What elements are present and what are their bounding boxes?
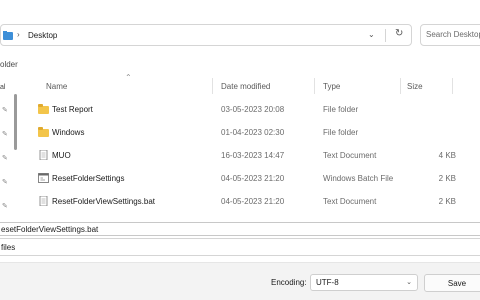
pin-icon: ✎ <box>2 131 8 138</box>
breadcrumb-desktop[interactable]: Desktop <box>28 31 57 40</box>
table-row[interactable]: ResetFolderSettings 04-05-2023 21:20 Win… <box>20 168 480 190</box>
file-type: Windows Batch File <box>323 174 394 183</box>
table-row[interactable]: Test Report 03-05-2023 20:08 File folder <box>20 99 480 121</box>
column-divider[interactable] <box>452 78 453 94</box>
column-divider[interactable] <box>212 78 213 94</box>
pin-icon: ✎ <box>2 107 8 114</box>
folder-icon <box>38 127 49 137</box>
encoding-value: UTF-8 <box>316 278 339 287</box>
chevron-down-icon: ⌄ <box>406 279 412 286</box>
column-header-date[interactable]: Date modified <box>221 82 270 91</box>
search-input[interactable] <box>426 30 480 39</box>
address-divider <box>385 29 386 42</box>
sort-ascending-icon: ⌃ <box>125 73 132 82</box>
file-date: 16-03-2023 14:47 <box>221 151 285 160</box>
file-name: Test Report <box>52 105 93 114</box>
folder-icon <box>38 104 49 114</box>
refresh-icon[interactable]: ↻ <box>395 28 403 39</box>
search-box[interactable] <box>420 24 480 46</box>
pin-icon: ✎ <box>2 203 8 210</box>
column-header-type[interactable]: Type <box>323 82 340 91</box>
column-header-size[interactable]: Size <box>407 82 423 91</box>
breadcrumb-separator-icon: › <box>17 30 20 39</box>
file-name: ResetFolderSettings <box>52 174 125 183</box>
file-date: 04-05-2023 21:20 <box>221 197 285 206</box>
save-button[interactable]: Save <box>424 274 480 292</box>
pin-icon: ✎ <box>2 179 8 186</box>
file-date: 01-04-2023 02:30 <box>221 128 285 137</box>
column-divider[interactable] <box>400 78 401 94</box>
file-name-input[interactable] <box>1 225 471 234</box>
save-as-type-select[interactable]: files <box>0 238 480 256</box>
dialog-title-area <box>0 0 480 20</box>
save-as-type-value: files <box>1 243 16 252</box>
column-divider[interactable] <box>314 78 315 94</box>
file-size: 4 KB <box>438 151 456 160</box>
encoding-select[interactable]: UTF-8 ⌄ <box>310 274 418 291</box>
file-type: File folder <box>323 105 359 114</box>
file-type: Text Document <box>323 197 377 206</box>
navigation-pane: al ✎ ✎ ✎ ✎ ✎ <box>0 78 20 218</box>
file-size: 2 KB <box>438 174 456 183</box>
file-type: Text Document <box>323 151 377 160</box>
file-name-field[interactable] <box>0 222 480 236</box>
table-row[interactable]: MUO 16-03-2023 14:47 Text Document 4 KB <box>20 145 480 167</box>
file-date: 03-05-2023 20:08 <box>221 105 285 114</box>
nav-quick-access-label[interactable]: al <box>0 84 5 91</box>
file-name: MUO <box>52 151 71 160</box>
new-folder-button[interactable]: older <box>0 60 18 69</box>
chevron-down-icon[interactable]: ⌄ <box>368 30 375 39</box>
nav-scrollbar[interactable] <box>14 94 17 150</box>
table-row[interactable]: ResetFolderViewSettings.bat 04-05-2023 2… <box>20 191 480 213</box>
table-row[interactable]: Windows 01-04-2023 02:30 File folder <box>20 122 480 144</box>
file-list: ⌃ Name Date modified Type Size Test Repo… <box>20 70 480 218</box>
file-type: File folder <box>323 128 359 137</box>
pin-icon: ✎ <box>2 155 8 162</box>
batch-file-icon <box>38 173 49 183</box>
file-date: 04-05-2023 21:20 <box>221 174 285 183</box>
text-document-icon <box>39 196 48 206</box>
file-size: 2 KB <box>438 197 456 206</box>
address-bar[interactable]: › Desktop ⌄ ↻ <box>0 24 412 46</box>
desktop-folder-icon <box>3 31 13 40</box>
file-name: ResetFolderViewSettings.bat <box>52 197 156 206</box>
column-header-name[interactable]: Name <box>46 82 67 91</box>
text-document-icon <box>39 150 48 160</box>
file-name: Windows <box>52 128 85 137</box>
dialog-footer: Encoding: UTF-8 ⌄ Save <box>0 262 480 300</box>
encoding-label: Encoding: <box>271 278 307 287</box>
